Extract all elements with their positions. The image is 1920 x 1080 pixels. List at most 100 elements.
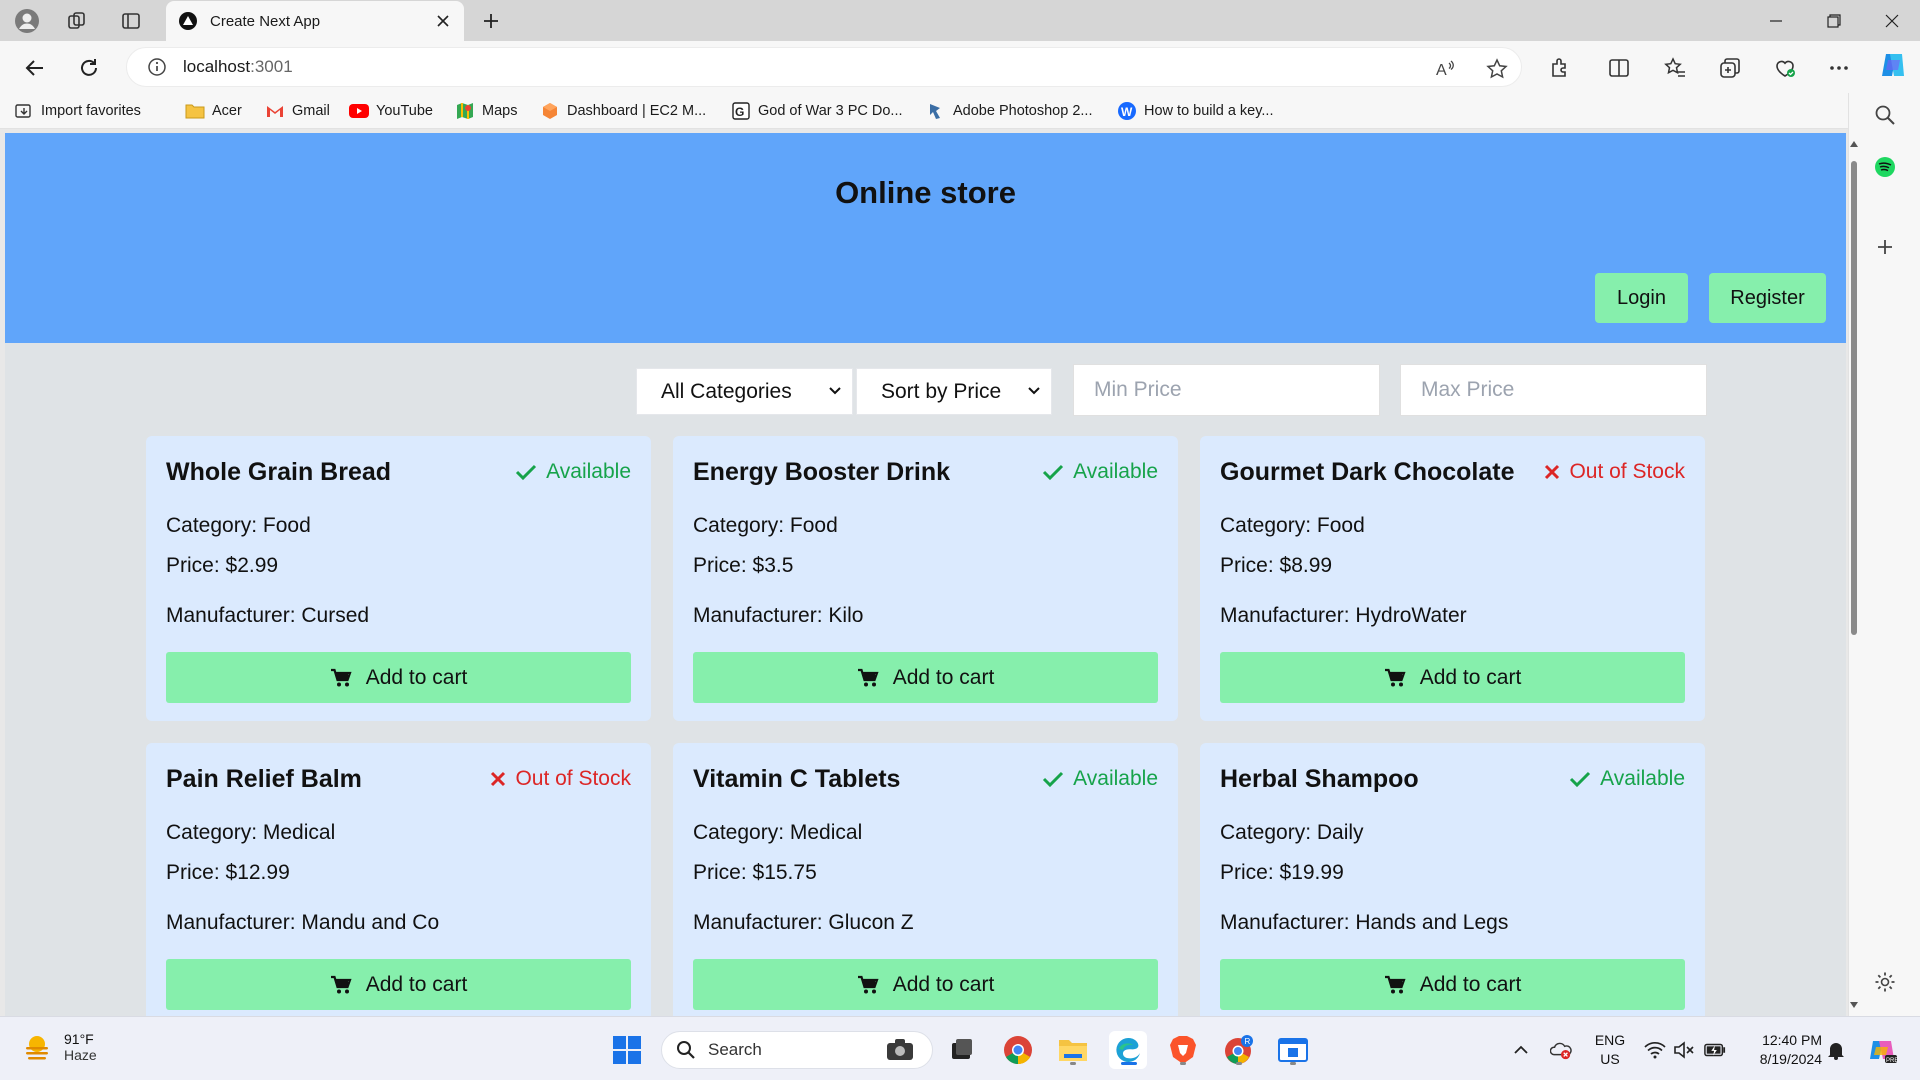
browser-essentials-icon[interactable] [1770,53,1800,83]
product-card: Vitamin C Tablets Available Category: Me… [673,743,1178,1016]
register-button[interactable]: Register [1709,273,1826,323]
back-icon[interactable] [18,51,52,85]
cart-icon [857,668,879,688]
chevron-up-icon[interactable] [1510,1039,1532,1061]
weather-widget[interactable]: 91°F Haze [22,1031,97,1063]
battery-charging-icon[interactable] [1704,1039,1726,1061]
add-to-cart-button[interactable]: Add to cart [166,959,631,1010]
page-title: Online store [835,175,1016,210]
add-to-cart-label: Add to cart [365,972,468,996]
fav-label: Adobe Photoshop 2... [953,103,1093,119]
language-indicator[interactable]: ENG US [1593,1031,1627,1069]
start-windows-icon[interactable] [608,1031,646,1069]
active-indicator [1121,1062,1137,1065]
favorite-star-icon[interactable] [1485,57,1509,81]
add-sidebar-app-icon[interactable] [1869,231,1901,263]
volume-muted-icon[interactable] [1673,1039,1695,1061]
workspaces-icon[interactable] [62,6,92,36]
add-to-cart-label: Add to cart [365,665,468,689]
product-manufacturer: Manufacturer: Mandu and Co [166,911,440,934]
sidebar-settings-gear-icon[interactable] [1869,966,1901,998]
chrome-icon[interactable] [999,1031,1037,1069]
site-icon: G [731,101,751,121]
product-price: Price: $15.75 [693,861,817,884]
more-options-icon[interactable] [1824,53,1854,83]
app-window-icon[interactable] [1274,1031,1312,1069]
fav-import-favorites[interactable]: Import favorites [14,99,141,123]
tab-create-next-app[interactable]: Create Next App [166,1,464,41]
max-price-input[interactable]: Max Price [1400,364,1707,416]
product-manufacturer: Manufacturer: Cursed [166,604,370,627]
add-to-cart-button[interactable]: Add to cart [166,652,631,703]
minimize-icon[interactable] [1748,0,1804,41]
task-view-icon[interactable] [942,1031,980,1069]
fav-god-of-war[interactable]: G God of War 3 PC Do... [731,99,903,123]
login-button[interactable]: Login [1595,273,1688,323]
fav-youtube[interactable]: YouTube [349,99,433,123]
fav-gmail[interactable]: Gmail [265,99,330,123]
split-screen-icon[interactable] [1604,53,1634,83]
fav-how-to-build[interactable]: W How to build a key... [1117,99,1274,123]
sort-select[interactable]: Sort by Price [856,368,1052,415]
cart-icon [330,975,352,995]
min-price-input[interactable]: Min Price [1073,364,1380,416]
chrome-profile-icon[interactable]: R [1220,1031,1258,1069]
site-info-icon[interactable] [147,57,167,77]
page-scrollbar[interactable] [1846,133,1862,1016]
extensions-icon[interactable] [1545,53,1575,83]
product-manufacturer: Manufacturer: Kilo [693,604,864,627]
check-icon [1042,463,1064,481]
fav-dashboard-ec2[interactable]: Dashboard | EC2 M... [540,99,706,123]
folder-icon [185,101,205,121]
search-icon[interactable] [1869,99,1901,131]
search-icon [676,1040,696,1060]
product-name: Pain Relief Balm [166,765,362,793]
product-manufacturer: Manufacturer: Glucon Z [693,911,914,934]
profile-icon[interactable] [12,6,42,36]
edge-browser-icon[interactable] [1109,1031,1147,1069]
browser-tab-bar: Create Next App [0,0,1920,41]
close-window-icon[interactable] [1864,0,1920,41]
tab-actions-icon[interactable] [116,6,146,36]
camera-icon [886,1038,914,1062]
fav-acer[interactable]: Acer [185,99,242,123]
x-mark-icon [490,771,506,787]
file-explorer-icon[interactable] [1054,1031,1092,1069]
onedrive-offline-icon[interactable] [1550,1039,1572,1061]
taskbar-search[interactable]: Search [661,1031,933,1069]
restore-icon[interactable] [1806,0,1862,41]
brave-icon[interactable] [1164,1031,1202,1069]
favorites-icon[interactable] [1660,53,1690,83]
add-to-cart-label: Add to cart [892,972,995,996]
running-indicator [1290,1062,1296,1065]
add-to-cart-button[interactable]: Add to cart [693,652,1158,703]
copilot-taskbar-icon[interactable]: PRE [1866,1034,1898,1066]
fav-label: Maps [482,103,518,119]
cart-icon [1384,668,1406,688]
add-to-cart-button[interactable]: Add to cart [1220,959,1685,1010]
read-aloud-icon[interactable]: A [1433,57,1457,81]
new-tab-button[interactable] [476,6,506,36]
copilot-icon[interactable] [1878,50,1908,80]
product-name: Gourmet Dark Chocolate [1220,458,1515,486]
maps-icon [455,101,475,121]
status-badge: Out of Stock [1544,460,1685,484]
add-to-cart-button[interactable]: Add to cart [693,959,1158,1010]
refresh-icon[interactable] [72,51,106,85]
spotify-icon[interactable] [1869,151,1901,183]
product-name: Herbal Shampoo [1220,765,1419,793]
notification-bell-icon[interactable] [1825,1039,1847,1061]
collections-icon[interactable] [1715,53,1745,83]
fav-maps[interactable]: Maps [455,99,517,123]
clock[interactable]: 12:40 PM 8/19/2024 [1742,1031,1822,1069]
wifi-icon[interactable] [1644,1039,1666,1061]
category-select[interactable]: All Categories [636,368,853,415]
close-tab-icon[interactable] [432,10,454,32]
chevron-down-icon [828,384,842,398]
fav-adobe-photoshop[interactable]: Adobe Photoshop 2... [926,99,1092,123]
product-category: Category: Daily [1220,821,1364,844]
address-bar[interactable]: localhost:3001 A [126,47,1522,87]
product-manufacturer: Manufacturer: HydroWater [1220,604,1467,627]
product-category: Category: Food [693,514,838,537]
add-to-cart-button[interactable]: Add to cart [1220,652,1685,703]
